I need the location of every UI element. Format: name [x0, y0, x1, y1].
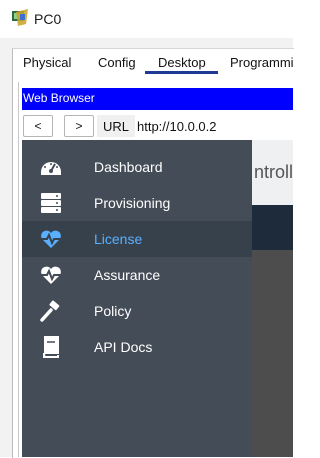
back-button[interactable]: < [23, 115, 53, 137]
url-input[interactable] [135, 115, 297, 137]
tab-programming[interactable]: Programmi [230, 55, 294, 70]
web-browser-titlebar: Web Browser [22, 88, 293, 110]
server-stack-icon [41, 193, 61, 213]
page-heading: ntroll [254, 162, 293, 182]
tab-desktop[interactable]: Desktop [158, 55, 206, 70]
tab-config[interactable]: Config [98, 55, 136, 70]
sidebar-item-label: Provisioning [94, 195, 171, 211]
gavel-icon [40, 300, 60, 322]
url-label: URL [97, 115, 135, 137]
dashboard-gauge-icon [41, 162, 61, 175]
window-titlebar: PC0 [0, 0, 293, 39]
sidebar-item-dashboard[interactable]: Dashboard [22, 149, 252, 185]
sidebar-item-label: API Docs [94, 339, 153, 355]
sidebar-item-license[interactable]: License [22, 221, 252, 257]
forward-button[interactable]: > [64, 115, 94, 137]
sidebar-item-label: Policy [94, 303, 132, 319]
page-banner [250, 205, 293, 250]
pc-app-icon [12, 9, 28, 26]
sidebar-item-api-docs[interactable]: API Docs [22, 329, 252, 365]
sidebar-item-provisioning[interactable]: Provisioning [22, 185, 252, 221]
web-browser-title: Web Browser [23, 91, 95, 105]
window-title: PC0 [34, 11, 62, 27]
active-tab-indicator [145, 71, 218, 74]
sidebar-item-policy[interactable]: Policy [22, 293, 252, 329]
tab-physical[interactable]: Physical [23, 55, 71, 70]
sidebar-item-assurance[interactable]: Assurance [22, 257, 252, 293]
sidebar-item-label: Assurance [94, 267, 161, 283]
page-overlay [250, 250, 293, 457]
browser-nav-bar: < > URL [22, 114, 297, 140]
sidebar-item-label: Dashboard [94, 159, 163, 175]
sidebar-item-label: License [94, 231, 143, 247]
book-icon [43, 336, 59, 358]
heartbeat-icon [41, 266, 61, 284]
sidebar-menu: Dashboard Provisioning License Assurance [22, 140, 252, 457]
heartbeat-icon [41, 230, 61, 248]
